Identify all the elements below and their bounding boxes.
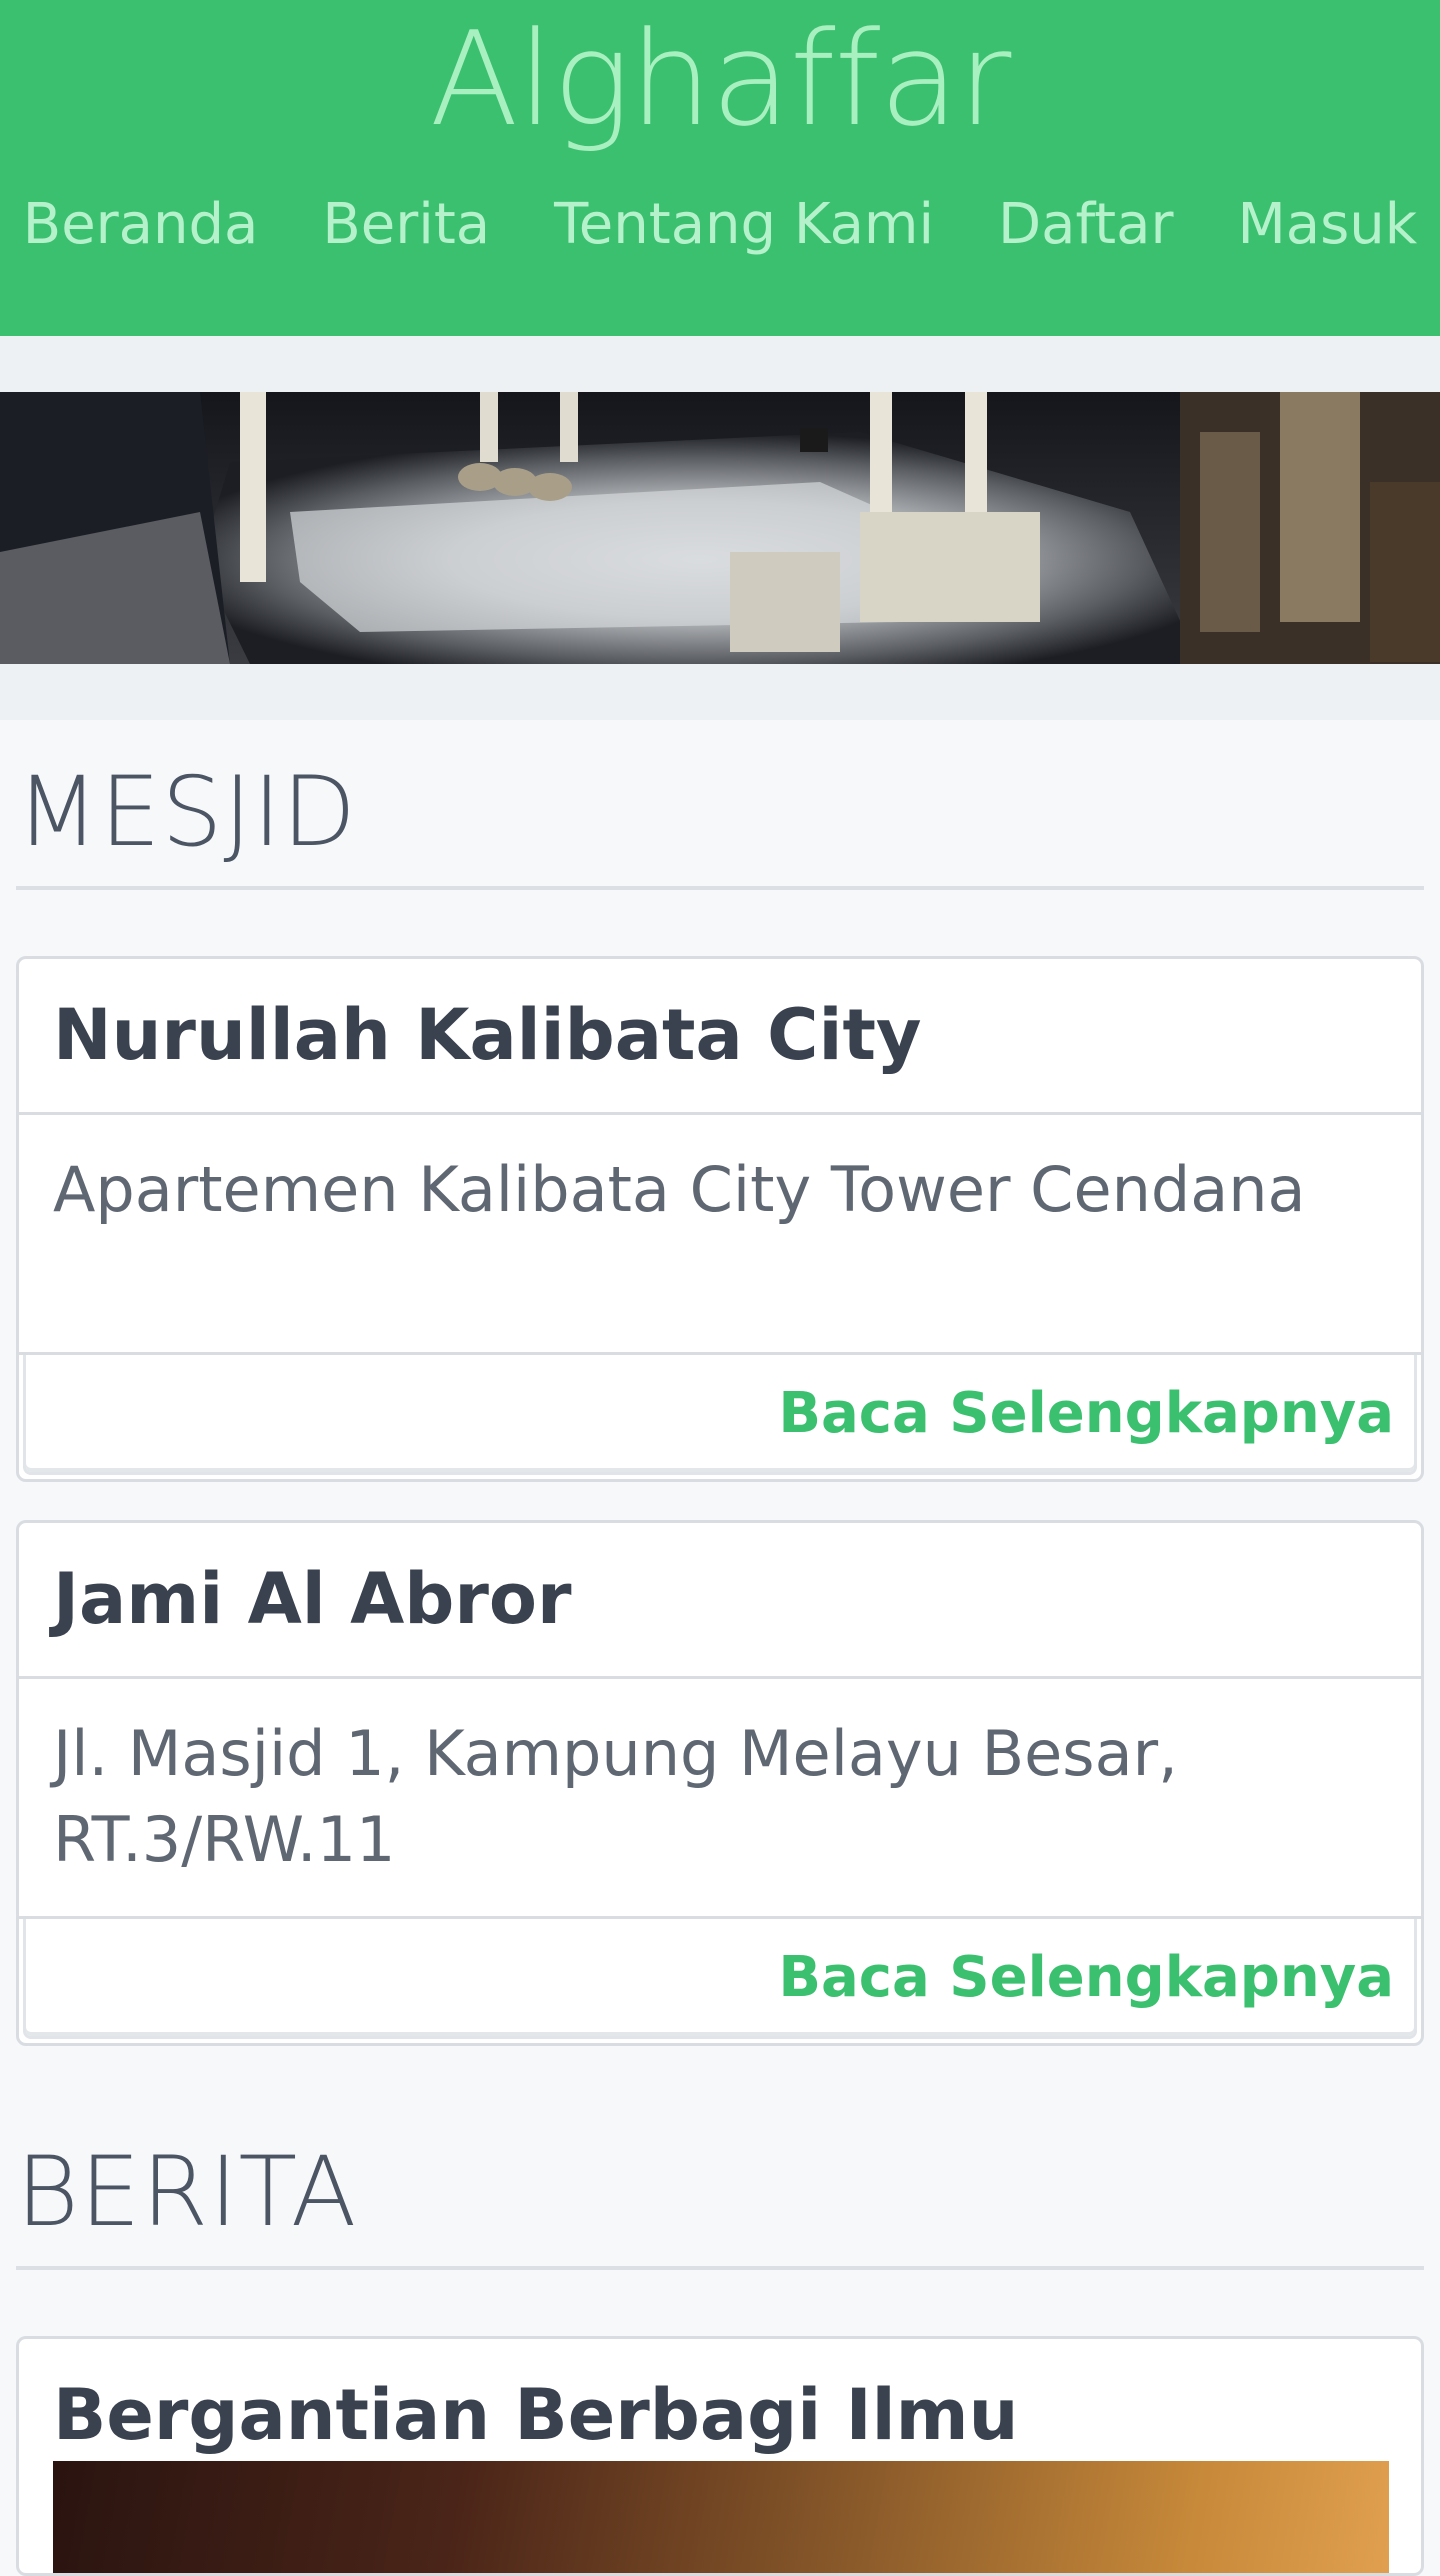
mosque-address: Jl. Masjid 1, Kampung Melayu Besar, RT.3… xyxy=(19,1679,1421,1919)
card-footer: Baca Selengkapnya xyxy=(23,1355,1417,1475)
news-card[interactable]: Bergantian Berbagi Ilmu xyxy=(16,2336,1424,2576)
nav-berita[interactable]: Berita xyxy=(290,190,522,260)
site-header: Alghaffar Beranda Berita Tentang Kami Da… xyxy=(0,0,1440,336)
mosque-address: Apartemen Kalibata City Tower Cendana xyxy=(19,1115,1421,1355)
read-more-link[interactable]: Baca Selengkapnya xyxy=(778,1943,1394,2013)
news-thumbnail[interactable] xyxy=(53,2461,1389,2573)
card-footer: Baca Selengkapnya xyxy=(23,1919,1417,2039)
mosque-name: Nurullah Kalibata City xyxy=(19,959,1421,1115)
hero-image-masjidil-haram xyxy=(0,392,1440,664)
nav-daftar[interactable]: Daftar xyxy=(966,190,1205,260)
main-nav: Beranda Berita Tentang Kami Daftar Masuk xyxy=(0,190,1440,260)
nav-masuk[interactable]: Masuk xyxy=(1205,190,1417,260)
section-divider xyxy=(16,2266,1424,2270)
section-title-mesjid: MESJID xyxy=(16,756,357,868)
nav-beranda[interactable]: Beranda xyxy=(23,190,291,260)
mosque-card: Nurullah Kalibata City Apartemen Kalibat… xyxy=(16,956,1424,1482)
nav-tentang-kami[interactable]: Tentang Kami xyxy=(522,190,966,260)
news-title[interactable]: Bergantian Berbagi Ilmu xyxy=(53,2375,1018,2455)
hero-banner xyxy=(0,336,1440,720)
site-brand[interactable]: Alghaffar xyxy=(0,4,1440,154)
section-title-berita: BERITA xyxy=(16,2136,358,2248)
mosque-card: Jami Al Abror Jl. Masjid 1, Kampung Mela… xyxy=(16,1520,1424,2046)
section-divider xyxy=(16,886,1424,890)
read-more-link[interactable]: Baca Selengkapnya xyxy=(778,1379,1394,1449)
mosque-name: Jami Al Abror xyxy=(19,1523,1421,1679)
